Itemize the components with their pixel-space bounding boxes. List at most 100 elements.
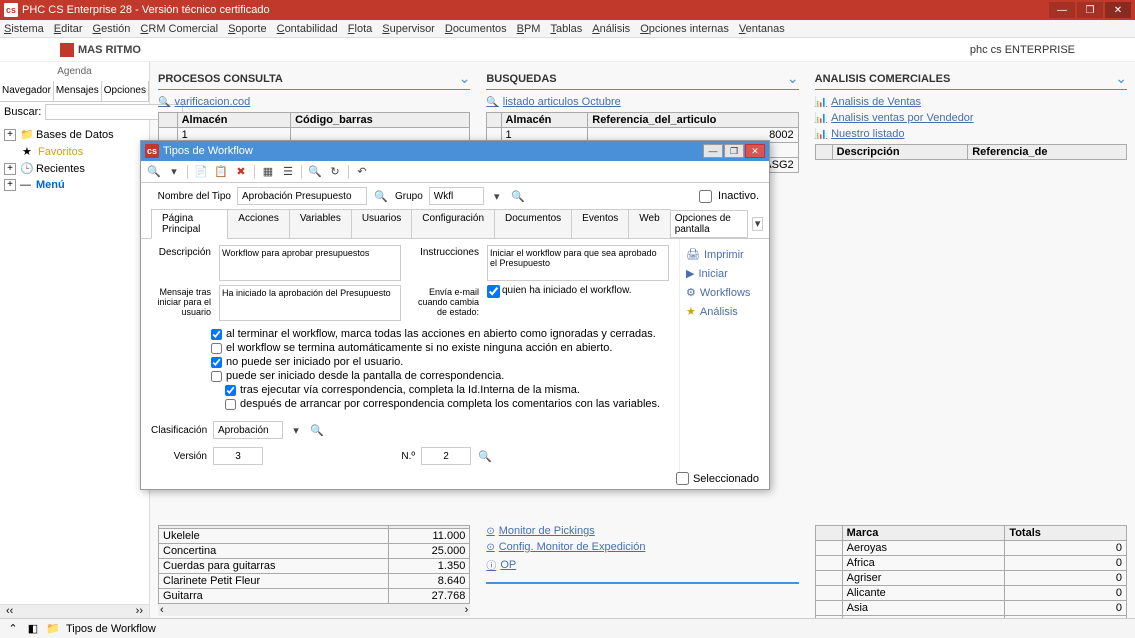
seleccionado-checkbox[interactable] <box>676 472 689 485</box>
scroll-right[interactable]: › <box>465 604 469 616</box>
search-icon[interactable]: 🔍 <box>510 188 526 204</box>
ver-input[interactable] <box>213 447 263 465</box>
zoom-icon[interactable]: 🔍 <box>308 165 322 179</box>
delete-icon[interactable]: ✖ <box>234 165 248 179</box>
maximize-button[interactable]: ❐ <box>1077 2 1103 18</box>
panel-link[interactable]: 📊 Analisis ventas por Vendedor <box>815 110 1127 126</box>
sidebar-collapse-left[interactable]: ‹‹ <box>6 605 13 618</box>
close-button[interactable]: ✕ <box>1105 2 1131 18</box>
panel-link[interactable]: 📊 Analisis de Ventas <box>815 94 1127 110</box>
checkbox-item[interactable]: al terminar el workflow, marca todas las… <box>211 327 669 341</box>
num-input[interactable] <box>421 447 471 465</box>
side-link[interactable]: ▶Iniciar <box>686 264 763 283</box>
desc-input[interactable]: Workflow para aprobar presupuestos <box>219 245 401 281</box>
menubar: Sistema Editar Gestión CRM Comercial Sop… <box>0 20 1135 38</box>
chevron-down-icon[interactable]: ⌄ <box>1115 70 1127 87</box>
status-expand-icon[interactable]: ⌃ <box>6 622 20 636</box>
checkbox-item[interactable]: puede ser iniciado desde la pantalla de … <box>211 369 669 383</box>
modal-maximize[interactable]: ❐ <box>724 144 744 158</box>
menu-soporte[interactable]: Soporte <box>228 23 267 35</box>
app-title: PHC CS Enterprise 28 - Versión técnico c… <box>22 4 270 16</box>
sidebar-tab-navegador[interactable]: Navegador <box>0 81 54 101</box>
tab-documentos[interactable]: Documentos <box>494 209 572 238</box>
status-tab[interactable]: Tipos de Workflow <box>66 623 156 635</box>
menu-opciones[interactable]: Opciones internas <box>640 23 729 35</box>
panel-link[interactable]: 🔍 listado articulos Octubre <box>486 94 798 110</box>
brand-icon <box>60 43 74 57</box>
minimize-button[interactable]: — <box>1049 2 1075 18</box>
dropdown-icon[interactable]: ▾ <box>752 217 763 231</box>
menu-ventanas[interactable]: Ventanas <box>739 23 785 35</box>
checkbox-item[interactable]: el workflow se termina automáticamente s… <box>211 341 669 355</box>
status-window-icon[interactable]: ◧ <box>26 622 40 636</box>
menu-documentos[interactable]: Documentos <box>445 23 507 35</box>
side-link[interactable]: 🖨Imprimir <box>686 245 763 264</box>
scroll-left[interactable]: ‹ <box>160 604 164 616</box>
nombre-input[interactable] <box>237 187 367 205</box>
chevron-down-icon[interactable]: ⌄ <box>459 70 471 87</box>
menu-sistema[interactable]: Sistema <box>4 23 44 35</box>
dropdown-icon[interactable]: ▾ <box>490 189 504 203</box>
menu-tablas[interactable]: Tablas <box>550 23 582 35</box>
search-icon[interactable]: 🔍 <box>309 422 325 438</box>
grid-icon[interactable]: ▦ <box>261 165 275 179</box>
sidebar-collapse-right[interactable]: ›› <box>136 605 143 618</box>
checkbox-item[interactable]: después de arrancar por correspondencia … <box>211 397 669 411</box>
status-folder-icon[interactable]: 📁 <box>46 622 60 636</box>
new-icon[interactable]: 📄 <box>194 165 208 179</box>
search-icon[interactable]: 🔍 <box>373 188 389 204</box>
menu-contabilidad[interactable]: Contabilidad <box>277 23 338 35</box>
side-link[interactable]: ★Análisis <box>686 302 763 321</box>
tab-acciones[interactable]: Acciones <box>227 209 290 238</box>
sidebar-title: Agenda <box>0 62 149 81</box>
sidebar-tab-mensajes[interactable]: Mensajes <box>54 81 102 101</box>
class-input[interactable] <box>213 421 283 439</box>
tab-web[interactable]: Web <box>628 209 670 238</box>
msg-input[interactable]: Ha iniciado la aprobación del Presupuest… <box>219 285 401 321</box>
panel-title: ANALISIS COMERCIALES <box>815 73 951 85</box>
menu-analisis[interactable]: Análisis <box>592 23 630 35</box>
opts-label[interactable]: Opciones de pantalla <box>670 210 749 238</box>
menu-flota[interactable]: Flota <box>348 23 372 35</box>
menu-supervisor[interactable]: Supervisor <box>382 23 435 35</box>
modal-minimize[interactable]: — <box>703 144 723 158</box>
checkbox-item[interactable]: no puede ser iniciado por el usuario. <box>211 355 669 369</box>
tab-variables[interactable]: Variables <box>289 209 352 238</box>
dropdown-icon[interactable]: ▾ <box>289 423 303 437</box>
email-checkbox[interactable] <box>487 285 500 298</box>
tab-pagina[interactable]: Página Principal <box>151 209 228 239</box>
chevron-down-icon[interactable]: ⌄ <box>787 70 799 87</box>
tree-item[interactable]: +🕒Recientes <box>4 160 145 177</box>
monitor-link[interactable]: ⊙ Monitor de Pickings <box>486 523 798 539</box>
search-icon[interactable]: 🔍 <box>147 165 161 179</box>
menu-gestion[interactable]: Gestión <box>93 23 131 35</box>
inst-label: Instrucciones <box>409 245 479 258</box>
tab-usuarios[interactable]: Usuarios <box>351 209 412 238</box>
side-link[interactable]: ⚙Workflows <box>686 283 763 302</box>
dropdown-icon[interactable]: ▾ <box>167 165 181 179</box>
checkbox-item[interactable]: tras ejecutar vía correspondencia, compl… <box>211 383 669 397</box>
grupo-input[interactable] <box>429 187 484 205</box>
list-icon[interactable]: ☰ <box>281 165 295 179</box>
config-link[interactable]: ⊙ Config. Monitor de Expedición <box>486 539 798 555</box>
search-icon[interactable]: 🔍 <box>477 448 493 464</box>
copy-icon[interactable]: 📋 <box>214 165 228 179</box>
refresh-icon[interactable]: ↻ <box>328 165 342 179</box>
menu-crm[interactable]: CRM Comercial <box>140 23 218 35</box>
class-label: Clasificación <box>151 425 207 436</box>
tab-eventos[interactable]: Eventos <box>571 209 629 238</box>
inst-input[interactable]: Iniciar el workflow para que sea aprobad… <box>487 245 669 281</box>
op-link[interactable]: ⓘ OP <box>486 555 798 574</box>
tree-item[interactable]: +📁Bases de Datos <box>4 126 145 143</box>
tab-config[interactable]: Configuración <box>411 209 495 238</box>
back-icon[interactable]: ↶ <box>355 165 369 179</box>
panel-link[interactable]: 🔍 varificacion.cod <box>158 94 470 110</box>
inactivo-checkbox[interactable] <box>699 190 712 203</box>
menu-editar[interactable]: Editar <box>54 23 83 35</box>
panel-link[interactable]: 📊 Nuestro listado <box>815 126 1127 142</box>
modal-close[interactable]: ✕ <box>745 144 765 158</box>
menu-bpm[interactable]: BPM <box>517 23 541 35</box>
sidebar-tab-opciones[interactable]: Opciones <box>102 81 149 101</box>
tree-item[interactable]: ★Favoritos <box>4 143 145 160</box>
tree-item[interactable]: +—Menú <box>4 177 145 193</box>
